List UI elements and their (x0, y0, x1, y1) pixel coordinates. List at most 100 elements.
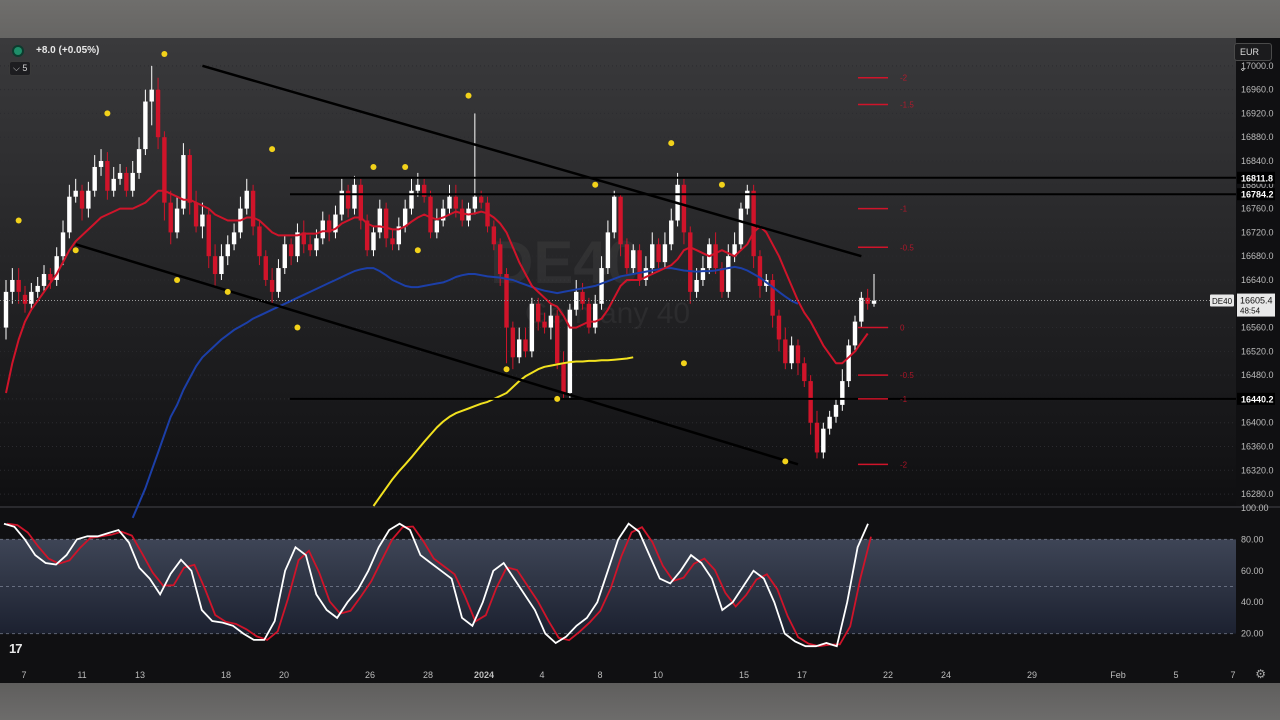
fractal-marker (294, 324, 301, 331)
candle-body (200, 214, 205, 227)
settings-gear-icon[interactable]: ⚙ (1255, 667, 1266, 681)
fib-level-label: -1.5 (900, 101, 914, 110)
currency-button[interactable]: EUR ⌄ (1234, 43, 1272, 73)
y-axis-tick-label: 16280.0 (1241, 489, 1274, 499)
indicator-collapse-button[interactable]: ⌵ 5 (9, 61, 32, 76)
y-axis-tick-label: 16880.0 (1241, 132, 1274, 142)
candle-body (814, 422, 820, 453)
x-axis-tick-label: 11 (77, 670, 86, 680)
candle-body (631, 250, 636, 269)
candle-body (624, 244, 630, 269)
candle-body (580, 291, 585, 304)
candle-body (41, 274, 47, 286)
candle-body (650, 244, 655, 269)
candle-body (162, 137, 167, 203)
fractal-marker (402, 163, 409, 170)
candle-body (593, 303, 598, 328)
candle-body (561, 363, 566, 393)
fractal-marker (174, 276, 181, 283)
candle-body (808, 381, 813, 423)
indicator-y-tick-label: 100.00 (1241, 503, 1269, 513)
candle-body (491, 226, 497, 245)
y-axis-tick-label: 16360.0 (1241, 442, 1274, 452)
candle-body (79, 190, 85, 209)
candle-body (257, 226, 262, 257)
candle-body (212, 256, 218, 275)
candle-body (371, 232, 376, 251)
candle-body (143, 101, 148, 150)
candle-body (776, 315, 782, 340)
candle-body (219, 256, 224, 275)
symbol-label: DE40 (1212, 297, 1233, 306)
candle-body (738, 208, 744, 245)
fractal-marker (161, 50, 168, 57)
candle-body (168, 202, 173, 233)
x-axis-tick-label: 20 (279, 670, 289, 680)
candle-body (789, 345, 794, 364)
candle-body (447, 196, 452, 209)
candle-body (510, 327, 516, 358)
candle-body (60, 232, 66, 257)
fractal-marker (414, 247, 421, 254)
candle-body (377, 208, 383, 233)
x-axis-tick-label: Feb (1110, 670, 1126, 680)
candle-body (282, 244, 287, 269)
candle-body (516, 339, 522, 358)
fib-level-label: -1 (900, 205, 908, 214)
candle-body (688, 232, 693, 292)
y-axis-tick-label: 16720.0 (1241, 227, 1274, 237)
fib-level-label: -2 (900, 460, 908, 469)
x-axis-tick-label: 22 (883, 670, 893, 680)
chevron-down-icon: ⌄ (1239, 63, 1247, 73)
candle-body (605, 232, 611, 269)
candle-body (124, 172, 129, 191)
y-axis-tick-label: 16400.0 (1241, 418, 1274, 428)
x-axis-tick-label: 4 (539, 670, 544, 680)
candle-body (536, 303, 541, 322)
candle-body (859, 297, 864, 322)
candle-body (314, 238, 319, 251)
x-axis-tick-label: 5 (1173, 670, 1178, 680)
candle-body (555, 315, 560, 364)
candle-body (130, 172, 135, 191)
candle-body (86, 190, 91, 209)
x-axis-tick-label: 26 (365, 670, 375, 680)
y-axis-tick-label: 16640.0 (1241, 275, 1274, 285)
y-axis-tick-label: 16320.0 (1241, 465, 1274, 475)
candle-body (833, 404, 839, 417)
candle-body (415, 184, 421, 191)
fractal-marker (269, 146, 276, 153)
candle-body (193, 202, 199, 227)
candle-body (542, 321, 547, 328)
x-axis-tick-label: 28 (423, 670, 433, 680)
candle-body (136, 149, 142, 173)
fractal-marker (104, 110, 111, 117)
candle-body (10, 279, 15, 292)
bar-countdown-label: 48:54 (1240, 307, 1261, 316)
fractal-marker (718, 181, 725, 188)
last-price-label: 16605.4 (1240, 296, 1273, 306)
candle-body (618, 196, 623, 245)
candle-body (497, 244, 503, 275)
candle-body (700, 268, 706, 280)
price-level-label: 16440.2 (1241, 394, 1274, 404)
candle-body (383, 208, 389, 239)
chart-window[interactable]: DE40 Germany 40 -2 -1.5 -1 -0.5 0 -0.5 -1 -2 17000… (0, 38, 1280, 683)
indicator-y-tick-label: 60.00 (1241, 566, 1264, 576)
fib-level-label: -2 (900, 74, 908, 83)
candle-body (840, 381, 845, 405)
candle-body (269, 279, 275, 292)
candle-body (155, 89, 161, 138)
x-axis-tick-label: 10 (653, 670, 663, 680)
candle-body (307, 244, 313, 251)
chart-canvas[interactable]: DE40Germany 40-2-1.5-1-0.50-0.5-1-217000… (0, 38, 1280, 683)
fractal-marker (680, 360, 687, 367)
price-change: +8.0 (+0.05%) (36, 45, 100, 56)
candle-body (111, 178, 116, 191)
candle-body (402, 208, 408, 227)
candle-body (529, 303, 535, 352)
candle-body (523, 339, 528, 352)
candle-body (117, 172, 123, 179)
y-axis-tick-label: 16760.0 (1241, 204, 1274, 214)
fib-level-label: -0.5 (900, 243, 914, 252)
